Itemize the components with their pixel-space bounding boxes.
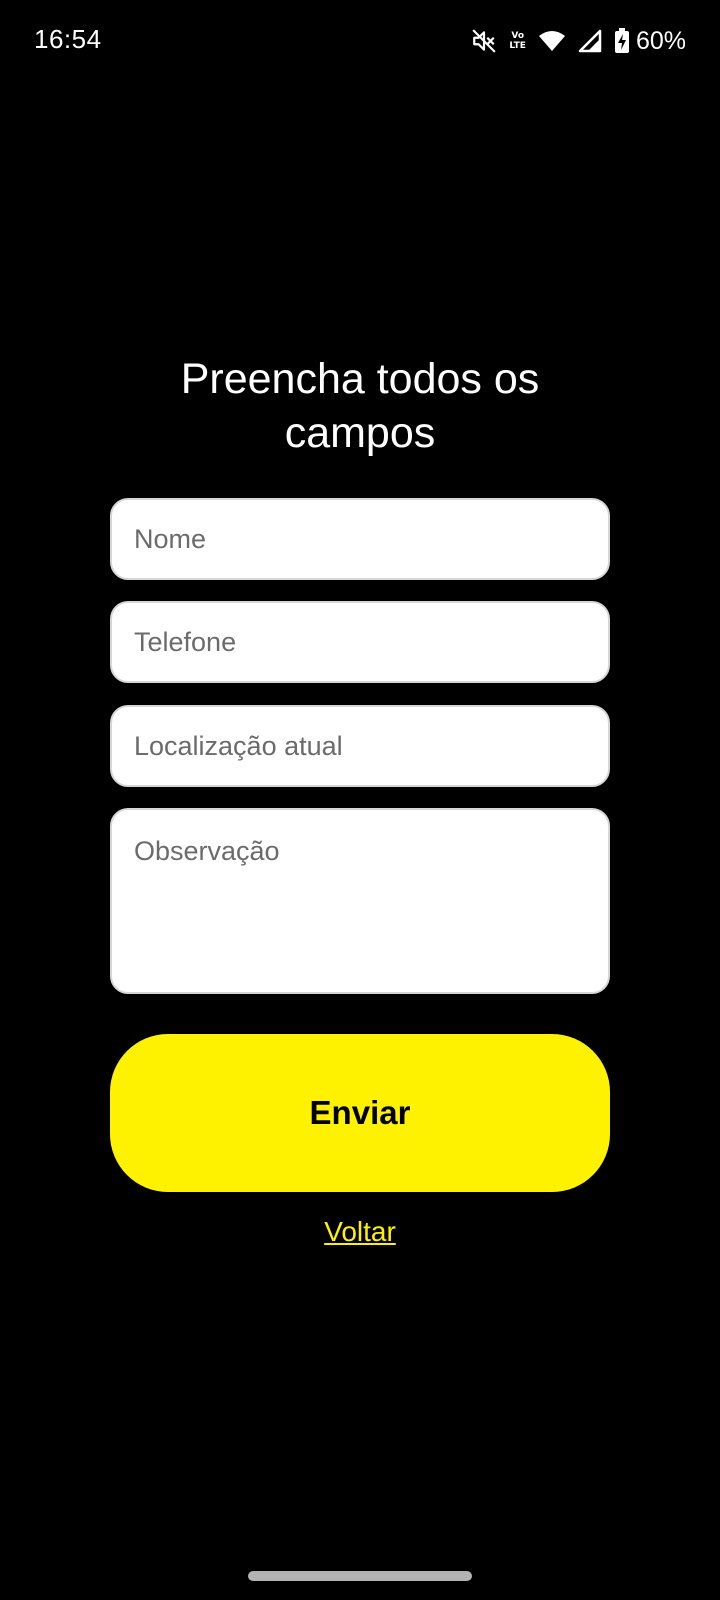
back-link[interactable]: Voltar [0,1216,720,1248]
status-bar: 16:54 Vo LTE 60% [0,0,720,84]
app-screen: 16:54 Vo LTE 60% Preencha todos os campo… [0,0,720,1600]
submit-button[interactable]: Enviar [110,1034,610,1192]
observation-textarea[interactable] [110,808,610,994]
volte-icon: Vo LTE [509,31,526,51]
signal-icon [578,29,602,53]
phone-input[interactable] [110,601,610,683]
name-input[interactable] [110,498,610,580]
status-icons: Vo LTE 60% [471,26,686,56]
navigation-handle[interactable] [248,1571,472,1581]
mute-icon [471,28,497,54]
status-time: 16:54 [34,24,102,54]
volte-bottom-label: LTE [509,41,526,51]
page-title: Preencha todos os campos [180,355,540,457]
battery-charging-icon [614,28,630,54]
battery-percent: 60% [635,26,686,55]
volte-top-label: Vo [511,31,524,41]
location-input[interactable] [110,705,610,787]
wifi-icon [538,29,566,53]
